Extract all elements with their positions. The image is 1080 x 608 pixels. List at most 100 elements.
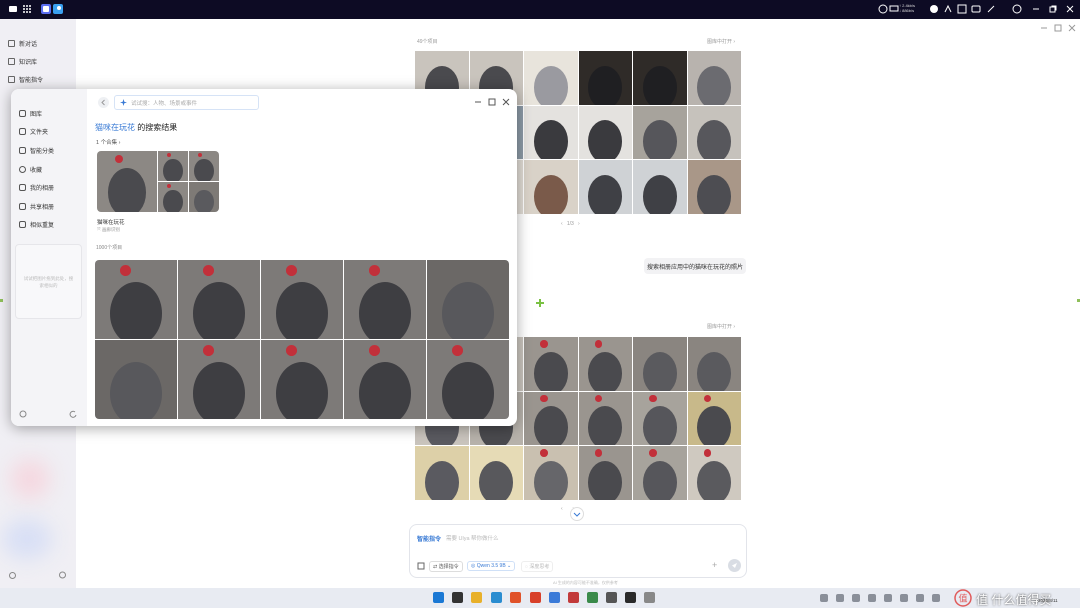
photo-thumbnail[interactable] bbox=[158, 182, 188, 212]
photo-thumbnail[interactable] bbox=[633, 51, 687, 105]
photo-thumbnail[interactable] bbox=[524, 105, 578, 159]
prev-page-icon[interactable]: ‹ bbox=[561, 506, 563, 512]
next-page-icon[interactable]: › bbox=[578, 221, 580, 227]
search-icon[interactable] bbox=[452, 592, 463, 603]
chat-icon[interactable] bbox=[971, 4, 981, 14]
photo-thumbnail[interactable] bbox=[687, 391, 741, 445]
gallery-app-icon[interactable] bbox=[53, 4, 63, 14]
app-close-icon[interactable] bbox=[1068, 24, 1076, 32]
tray-icon[interactable] bbox=[916, 594, 924, 602]
tray-icon[interactable] bbox=[820, 594, 828, 602]
window-icon[interactable] bbox=[8, 4, 18, 14]
app-minimize-icon[interactable] bbox=[1040, 24, 1048, 32]
settings-icon[interactable] bbox=[8, 571, 17, 580]
minimize-icon[interactable] bbox=[1030, 3, 1042, 15]
photo-thumbnail[interactable] bbox=[178, 340, 260, 419]
photo-thumbnail[interactable] bbox=[524, 160, 578, 214]
photo-thumbnail[interactable] bbox=[524, 337, 578, 391]
sidebar-item-shared-albums[interactable]: 共享相册 bbox=[19, 200, 54, 212]
edge-icon[interactable] bbox=[491, 592, 502, 603]
apps-grid-icon[interactable] bbox=[22, 4, 32, 14]
select-instruction-button[interactable]: ⇄ 选择指令 bbox=[429, 561, 463, 572]
photo-thumbnail[interactable] bbox=[344, 340, 426, 419]
minimize-icon[interactable] bbox=[474, 98, 482, 106]
app-maximize-icon[interactable] bbox=[1054, 24, 1062, 32]
add-attachment-icon[interactable]: + bbox=[712, 560, 717, 570]
tray-icon[interactable] bbox=[884, 594, 892, 602]
nav-knowledge-base[interactable]: 知识库 bbox=[8, 55, 37, 67]
back-button[interactable] bbox=[98, 97, 109, 108]
model-select[interactable]: ◎ Qwen 3.5 9B ⌄ bbox=[467, 561, 516, 571]
photo-thumbnail[interactable] bbox=[189, 182, 219, 212]
collection-count-link[interactable]: 1 个合集 › bbox=[96, 138, 120, 146]
photo-thumbnail[interactable] bbox=[687, 446, 741, 500]
sidebar-item-smart-categories[interactable]: 智能分类 bbox=[19, 144, 54, 156]
sidebar-item-my-albums[interactable]: 我的相册 bbox=[19, 181, 54, 193]
mail-icon[interactable] bbox=[549, 592, 560, 603]
share-icon[interactable] bbox=[943, 4, 953, 14]
monitor-icon[interactable] bbox=[889, 4, 899, 14]
settings-icon[interactable] bbox=[19, 410, 27, 418]
photo-thumbnail[interactable] bbox=[578, 391, 632, 445]
tray-icon[interactable] bbox=[852, 594, 860, 602]
photo-thumbnail[interactable] bbox=[687, 51, 741, 105]
attach-icon[interactable] bbox=[417, 562, 425, 570]
drop-zone[interactable]: 试试把图片拖到此处，搜索相似的 bbox=[15, 244, 82, 319]
restore-icon[interactable] bbox=[1047, 3, 1059, 15]
app-icon[interactable] bbox=[606, 592, 617, 603]
firefox-icon[interactable] bbox=[510, 592, 521, 603]
photo-thumbnail[interactable] bbox=[415, 446, 469, 500]
more-icon[interactable] bbox=[1011, 3, 1023, 15]
photo-thumbnail[interactable] bbox=[261, 340, 343, 419]
tray-icon[interactable] bbox=[836, 594, 844, 602]
nav-smart-commands[interactable]: 智能指令 bbox=[8, 73, 43, 85]
photo-thumbnail[interactable] bbox=[578, 105, 632, 159]
sidebar-item-gallery[interactable]: 图库 bbox=[19, 107, 42, 119]
sidebar-item-favorites[interactable]: 收藏 bbox=[19, 163, 42, 175]
send-button[interactable] bbox=[728, 559, 741, 572]
start-icon[interactable] bbox=[433, 592, 444, 603]
calendar-icon[interactable] bbox=[957, 4, 967, 14]
photo-thumbnail[interactable] bbox=[578, 160, 632, 214]
photo-thumbnail[interactable] bbox=[189, 151, 219, 181]
deep-think-toggle[interactable]: ◌ 深度思考 bbox=[521, 561, 554, 572]
close-icon[interactable] bbox=[1064, 3, 1076, 15]
app-icon[interactable] bbox=[644, 592, 655, 603]
bulb-icon[interactable] bbox=[58, 571, 67, 580]
photo-thumbnail[interactable] bbox=[178, 260, 260, 339]
prev-page-icon[interactable]: ‹ bbox=[561, 221, 563, 227]
terminal-icon[interactable] bbox=[625, 592, 636, 603]
close-icon[interactable] bbox=[502, 98, 510, 106]
photo-thumbnail[interactable] bbox=[158, 151, 188, 181]
mode-label[interactable]: 智能指令 bbox=[417, 534, 441, 543]
collection-name[interactable]: 猫咪在玩花 bbox=[97, 218, 125, 226]
refresh-icon[interactable] bbox=[69, 410, 77, 418]
photo-thumbnail[interactable] bbox=[344, 260, 426, 339]
query-highlight[interactable]: 猫咪在玩花 bbox=[95, 123, 135, 132]
sidebar-item-folders[interactable]: 文件夹 bbox=[19, 125, 48, 137]
photo-thumbnail[interactable] bbox=[427, 340, 509, 419]
photo-thumbnail[interactable] bbox=[261, 260, 343, 339]
edit-icon[interactable] bbox=[986, 4, 996, 14]
photo-thumbnail[interactable] bbox=[633, 391, 687, 445]
photo-thumbnail[interactable] bbox=[633, 446, 687, 500]
photo-thumbnail[interactable] bbox=[427, 260, 509, 339]
app-logo-icon[interactable] bbox=[41, 4, 51, 14]
search-input[interactable]: 试试搜：人物、场景或事件 bbox=[114, 95, 259, 110]
add-icon[interactable] bbox=[535, 298, 545, 308]
sidebar-item-duplicates[interactable]: 相似重复 bbox=[19, 218, 54, 230]
photo-thumbnail[interactable] bbox=[524, 391, 578, 445]
nav-new-chat[interactable]: 新对话 bbox=[8, 37, 37, 49]
photo-thumbnail[interactable] bbox=[633, 337, 687, 391]
photo-thumbnail[interactable] bbox=[524, 51, 578, 105]
photo-thumbnail[interactable] bbox=[97, 151, 157, 212]
photo-thumbnail[interactable] bbox=[95, 260, 177, 339]
file-explorer-icon[interactable] bbox=[471, 592, 482, 603]
photo-thumbnail[interactable] bbox=[95, 340, 177, 419]
open-in-gallery-link[interactable]: 图库中打开 › bbox=[707, 38, 735, 45]
clock-icon[interactable] bbox=[929, 4, 939, 14]
photo-thumbnail[interactable] bbox=[578, 337, 632, 391]
tray-icon[interactable] bbox=[932, 594, 940, 602]
tray-icon[interactable] bbox=[900, 594, 908, 602]
photo-thumbnail[interactable] bbox=[687, 337, 741, 391]
